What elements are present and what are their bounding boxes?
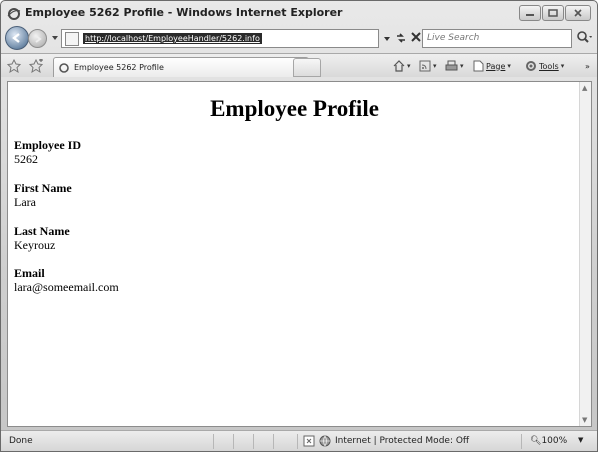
- status-divider: [297, 434, 298, 449]
- navigation-bar: http://localhost/EmployeeHandler/5262.in…: [1, 25, 597, 51]
- arrow-left-icon: [12, 33, 20, 43]
- status-divider: [253, 434, 254, 449]
- page-title: Employee Profile: [210, 96, 379, 121]
- search-input[interactable]: Live Search: [422, 29, 572, 48]
- page-menu-label: Page: [486, 61, 506, 71]
- window-title: Employee 5262 Profile - Windows Internet…: [25, 6, 343, 19]
- window-controls: [519, 5, 591, 21]
- page-icon: [65, 31, 79, 46]
- minimize-icon: [526, 14, 534, 16]
- back-button[interactable]: [5, 26, 29, 50]
- zoom-value: 100%: [541, 436, 568, 446]
- employee-id-value: 5262: [14, 152, 38, 166]
- status-divider: [273, 434, 274, 449]
- status-divider: [521, 434, 522, 449]
- web-page: Employee Profile Employee ID 5262 First …: [8, 82, 581, 426]
- email-value: lara@someemail.com: [14, 280, 119, 294]
- add-favorite-icon[interactable]: [29, 59, 43, 73]
- address-dropdown-icon[interactable]: [383, 35, 391, 43]
- employee-id-label: Employee ID: [14, 138, 81, 152]
- forward-button[interactable]: [28, 29, 47, 48]
- vertical-scrollbar[interactable]: ▲ ▼: [579, 82, 591, 426]
- status-divider: [213, 434, 214, 449]
- status-bar: Done Internet | Protected Mode: Off 🔍︎10…: [1, 430, 597, 451]
- more-commands-chevron-icon[interactable]: »: [585, 59, 590, 73]
- arrow-right-icon: [34, 34, 42, 43]
- home-button[interactable]: ▾: [393, 59, 411, 73]
- email-label: Email: [14, 266, 45, 280]
- internet-globe-icon: [319, 435, 331, 447]
- zoom-magnifier-icon: 🔍︎: [530, 436, 542, 446]
- title-bar: Employee 5262 Profile - Windows Internet…: [1, 1, 597, 27]
- minimize-button[interactable]: [519, 5, 541, 21]
- ie-page-icon: [59, 62, 69, 73]
- gear-icon: [526, 61, 536, 71]
- scroll-up-arrow-icon[interactable]: ▲: [582, 84, 587, 92]
- last-name-label: Last Name: [14, 224, 70, 238]
- printer-icon: [445, 60, 458, 71]
- content-pane: Employee Profile Employee ID 5262 First …: [7, 81, 592, 427]
- zoom-level[interactable]: 🔍︎100%: [530, 436, 567, 446]
- status-divider: [233, 434, 234, 449]
- stop-button[interactable]: [411, 29, 421, 43]
- page-menu-button[interactable]: Page ▾: [473, 59, 511, 73]
- page-icon: [473, 60, 484, 72]
- favorites-star-icon[interactable]: [7, 59, 21, 73]
- address-bar[interactable]: http://localhost/EmployeeHandler/5262.in…: [61, 29, 379, 48]
- search-icon[interactable]: [576, 30, 592, 46]
- first-name-value: Lara: [14, 195, 36, 209]
- browser-window: Employee 5262 Profile - Windows Internet…: [0, 0, 598, 452]
- close-button[interactable]: [565, 5, 591, 21]
- feeds-button[interactable]: ▾: [419, 59, 437, 73]
- security-zone-text[interactable]: Internet | Protected Mode: Off: [335, 436, 469, 446]
- maximize-icon: [548, 9, 558, 17]
- print-button[interactable]: ▾: [445, 59, 464, 73]
- rss-feed-icon: [419, 60, 431, 72]
- refresh-icon: [397, 33, 405, 43]
- zoom-dropdown-icon[interactable]: ▼: [578, 436, 583, 444]
- tools-menu-button[interactable]: Tools ▾: [525, 59, 564, 73]
- status-text: Done: [9, 436, 33, 446]
- tab-label: Employee 5262 Profile: [74, 63, 164, 72]
- protected-mode-icon[interactable]: [303, 435, 315, 447]
- tab-employee-profile[interactable]: Employee 5262 Profile: [53, 57, 309, 77]
- close-icon: [574, 9, 582, 17]
- scroll-down-arrow-icon[interactable]: ▼: [582, 416, 587, 424]
- refresh-button[interactable]: [394, 31, 408, 45]
- ie-logo-icon: [7, 8, 21, 20]
- address-url[interactable]: http://localhost/EmployeeHandler/5262.in…: [83, 33, 262, 44]
- recent-pages-dropdown-icon[interactable]: [51, 34, 59, 42]
- tab-bar: Employee 5262 Profile ▾ ▾ ▾ Page ▾ Tools…: [1, 53, 597, 77]
- last-name-value: Keyrouz: [14, 238, 56, 252]
- tools-menu-label: Tools: [539, 61, 559, 71]
- first-name-label: First Name: [14, 181, 72, 195]
- home-icon: [393, 60, 405, 72]
- new-tab-button[interactable]: [293, 58, 321, 77]
- maximize-button[interactable]: [542, 5, 564, 21]
- stop-icon: [411, 32, 421, 42]
